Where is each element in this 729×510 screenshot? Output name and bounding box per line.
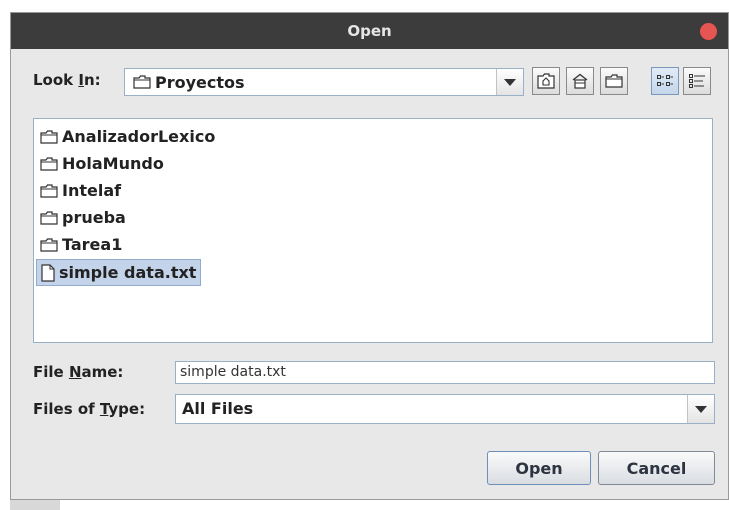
file-name-label: prueba — [62, 208, 126, 227]
open-dialog: Open Look In: Proyectos AnalizadorLexico… — [10, 12, 729, 500]
window-title: Open — [347, 22, 392, 40]
home-icon — [572, 73, 588, 89]
chevron-down-icon — [695, 405, 707, 413]
list-item-folder[interactable]: prueba — [36, 204, 130, 231]
open-button[interactable]: Open — [487, 451, 591, 485]
cancel-button[interactable]: Cancel — [598, 451, 715, 485]
look-in-value: Proyectos — [155, 72, 245, 92]
list-item-folder[interactable]: Intelaf — [36, 177, 125, 204]
up-folder-icon — [537, 73, 555, 89]
list-item-folder[interactable]: Tarea1 — [36, 231, 126, 258]
file-name-label: AnalizadorLexico — [62, 127, 216, 146]
file-name-label: Intelaf — [62, 181, 122, 200]
files-of-type-dropdown-arrow[interactable] — [687, 395, 714, 423]
file-icon — [41, 263, 55, 282]
files-of-type-value: All Files — [182, 399, 254, 418]
file-name-input[interactable]: simple data.txt — [175, 361, 715, 384]
chevron-down-icon — [504, 78, 516, 86]
folder-icon — [40, 156, 58, 171]
look-in-combo[interactable]: Proyectos — [124, 68, 524, 96]
folder-icon — [40, 237, 58, 252]
file-name-label: HolaMundo — [62, 154, 164, 173]
folder-icon — [40, 210, 58, 225]
details-view-icon — [689, 74, 705, 88]
title-bar[interactable]: Open — [11, 13, 728, 49]
file-name-label: simple data.txt — [59, 263, 197, 282]
details-view-button[interactable] — [683, 67, 711, 95]
folder-icon — [133, 75, 151, 89]
look-in-dropdown-arrow[interactable] — [496, 69, 523, 95]
folder-icon — [40, 183, 58, 198]
list-item-folder[interactable]: AnalizadorLexico — [36, 123, 219, 150]
list-view-button[interactable] — [651, 67, 679, 95]
new-folder-button[interactable] — [600, 67, 628, 95]
new-folder-icon — [605, 74, 623, 88]
close-button[interactable] — [700, 23, 717, 40]
list-item-file-selected[interactable]: simple data.txt — [36, 259, 202, 286]
file-name-label: File Name: — [33, 363, 124, 381]
folder-icon — [40, 129, 58, 144]
file-name-label: Tarea1 — [62, 235, 123, 254]
list-item-folder[interactable]: HolaMundo — [36, 150, 168, 177]
home-button[interactable] — [566, 67, 594, 95]
up-one-level-button[interactable] — [532, 67, 560, 95]
files-of-type-label: Files of Type: — [33, 400, 146, 418]
background-window-edge — [10, 500, 60, 510]
files-of-type-combo[interactable]: All Files — [175, 394, 715, 424]
list-view-icon — [657, 75, 673, 86]
look-in-label: Look In: — [33, 71, 101, 89]
file-list[interactable]: AnalizadorLexico HolaMundo Intelaf prueb… — [33, 118, 713, 343]
